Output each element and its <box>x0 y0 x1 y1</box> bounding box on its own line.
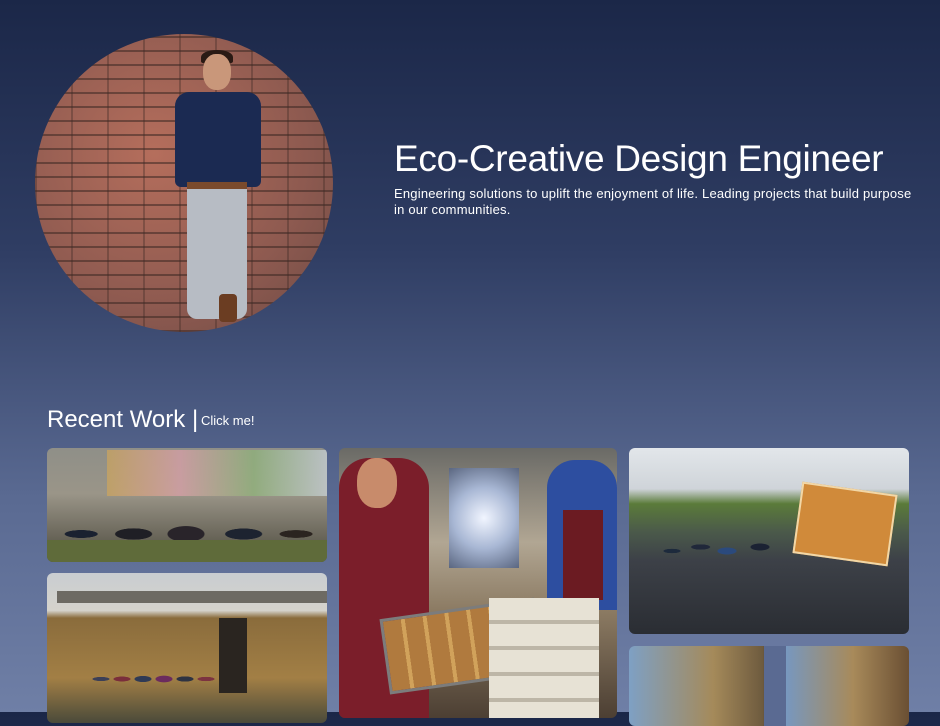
card-gap <box>764 646 786 726</box>
profile-photo <box>35 34 333 332</box>
grass-area <box>47 540 327 562</box>
recent-work-heading: Recent Work | <box>47 406 199 433</box>
kitchen-window <box>449 468 519 568</box>
cook-right <box>547 460 617 610</box>
project-card-building[interactable] <box>47 573 327 723</box>
protest-sign <box>792 481 898 567</box>
hero-subtitle: Engineering solutions to uplift the enjo… <box>394 186 912 217</box>
children-group <box>87 649 227 709</box>
project-card-march[interactable] <box>629 448 909 634</box>
hero-title: Eco-Creative Design Engineer <box>394 138 884 179</box>
project-card-structures[interactable] <box>629 646 909 726</box>
roof <box>57 591 327 603</box>
takeout-boxes <box>489 598 599 718</box>
person-figure <box>175 50 265 332</box>
project-card-kitchen[interactable] <box>339 448 617 718</box>
recent-work-link[interactable]: Click me! <box>201 413 254 428</box>
project-card-mural-group[interactable] <box>47 448 327 562</box>
